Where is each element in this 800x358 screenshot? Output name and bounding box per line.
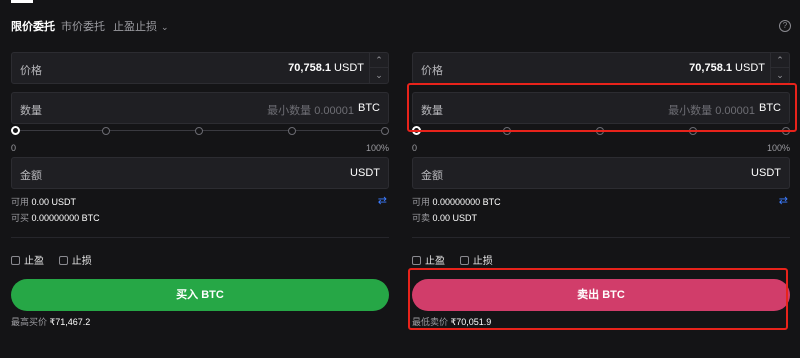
sell-stop-loss-checkbox[interactable]: 止损 xyxy=(459,252,493,267)
buy-price-value[interactable]: 70,758.1 xyxy=(288,62,331,74)
slider-min-label: 0 xyxy=(11,143,17,153)
sell-tpsl-options: 止盈 止损 xyxy=(412,252,505,267)
swap-icon[interactable]: ⇄ xyxy=(378,194,387,207)
slider-step-25[interactable] xyxy=(503,127,511,135)
buy-price-field[interactable]: 价格 70,758.1 USDT ⌃ ⌄ xyxy=(11,52,389,84)
buy-take-profit-checkbox[interactable]: 止盈 xyxy=(11,252,44,267)
buy-available-label: 可用 xyxy=(11,197,30,207)
buy-price-unit: USDT xyxy=(334,62,364,74)
buy-amount-field[interactable]: 金额 USDT xyxy=(11,157,389,189)
sell-price-unit: USDT xyxy=(735,62,765,74)
increment-icon[interactable]: ⌃ xyxy=(370,53,388,68)
checkbox-icon xyxy=(11,256,20,265)
sell-available: 可用 0.00000000 BTC xyxy=(412,195,501,208)
sell-take-profit-label: 止盈 xyxy=(425,256,445,267)
sell-amount-unit: USDT xyxy=(751,167,781,179)
checkbox-icon xyxy=(58,256,68,265)
sell-available-value: 0.00000000 BTC xyxy=(432,197,501,207)
buy-amount-unit: USDT xyxy=(350,167,380,179)
sell-stop-loss-label: 止损 xyxy=(472,256,493,267)
buy-available: 可用 0.00 USDT xyxy=(11,195,76,208)
buy-quantity-field[interactable]: 数量 最小数量 0.00001 BTC xyxy=(11,92,389,124)
buy-stop-loss-label: 止损 xyxy=(71,256,92,267)
slider-step-50[interactable] xyxy=(195,127,203,135)
slider-step-75[interactable] xyxy=(288,127,296,135)
sell-can-sell-label: 可卖 xyxy=(412,213,431,223)
sell-price-value[interactable]: 70,758.1 xyxy=(689,62,732,74)
buy-quantity-unit: BTC xyxy=(358,102,380,114)
buy-btc-button[interactable]: 买入 BTC xyxy=(11,279,389,311)
slider-max-label: 100% xyxy=(365,143,389,153)
buy-panel: 价格 70,758.1 USDT ⌃ ⌄ 数量 最小数量 0.00001 BTC… xyxy=(11,0,389,358)
sell-quantity-slider[interactable] xyxy=(412,126,790,136)
buy-best-price-label: 最高买价 xyxy=(11,317,48,327)
sell-price-label: 价格 xyxy=(421,65,443,77)
sell-best-price-value: ₹70,051.9 xyxy=(450,317,492,327)
buy-best-price-value: ₹71,467.2 xyxy=(49,317,91,327)
decrement-icon[interactable]: ⌄ xyxy=(771,68,789,83)
slider-step-100[interactable] xyxy=(782,127,790,135)
buy-quantity-placeholder: 最小数量 0.00001 xyxy=(267,105,354,117)
sell-amount-label: 金额 xyxy=(421,170,443,182)
buy-price-label: 价格 xyxy=(20,65,42,77)
slider-handle[interactable] xyxy=(412,126,421,135)
sell-btc-button[interactable]: 卖出 BTC xyxy=(412,279,790,311)
slider-step-75[interactable] xyxy=(689,127,697,135)
buy-available-value: 0.00 USDT xyxy=(31,197,77,207)
slider-step-100[interactable] xyxy=(381,127,389,135)
buy-amount-label: 金额 xyxy=(20,170,42,182)
sell-take-profit-checkbox[interactable]: 止盈 xyxy=(412,252,445,267)
swap-icon[interactable]: ⇄ xyxy=(779,194,788,207)
slider-min-label: 0 xyxy=(412,143,418,153)
decrement-icon[interactable]: ⌄ xyxy=(370,68,388,83)
sell-quantity-label: 数量 xyxy=(421,105,443,117)
sell-price-field[interactable]: 价格 70,758.1 USDT ⌃ ⌄ xyxy=(412,52,790,84)
buy-can-buy: 可买 0.00000000 BTC xyxy=(11,211,100,224)
buy-stop-loss-checkbox[interactable]: 止损 xyxy=(58,252,92,267)
buy-best-price: 最高买价 ₹71,467.2 xyxy=(11,315,90,328)
divider xyxy=(11,237,389,238)
checkbox-icon xyxy=(412,256,421,265)
checkbox-icon xyxy=(459,256,469,265)
sell-amount-field[interactable]: 金额 USDT xyxy=(412,157,790,189)
sell-available-label: 可用 xyxy=(412,197,431,207)
buy-take-profit-label: 止盈 xyxy=(24,256,44,267)
sell-can-sell: 可卖 0.00 USDT xyxy=(412,211,477,224)
divider xyxy=(412,237,790,238)
slider-handle[interactable] xyxy=(11,126,20,135)
buy-can-buy-value: 0.00000000 BTC xyxy=(31,213,100,223)
buy-tpsl-options: 止盈 止损 xyxy=(11,252,104,267)
slider-step-50[interactable] xyxy=(596,127,604,135)
sell-can-sell-value: 0.00 USDT xyxy=(432,213,478,223)
sell-quantity-placeholder: 最小数量 0.00001 xyxy=(668,105,755,117)
buy-can-buy-label: 可买 xyxy=(11,213,30,223)
sell-quantity-field[interactable]: 数量 最小数量 0.00001 BTC xyxy=(412,92,790,124)
sell-quantity-unit: BTC xyxy=(759,102,781,114)
increment-icon[interactable]: ⌃ xyxy=(771,53,789,68)
slider-step-25[interactable] xyxy=(102,127,110,135)
sell-price-stepper: ⌃ ⌄ xyxy=(770,53,789,83)
buy-price-stepper: ⌃ ⌄ xyxy=(369,53,388,83)
sell-panel: 价格 70,758.1 USDT ⌃ ⌄ 数量 最小数量 0.00001 BTC… xyxy=(412,0,790,358)
buy-quantity-label: 数量 xyxy=(20,105,42,117)
buy-quantity-slider[interactable] xyxy=(11,126,389,136)
sell-best-price-label: 最低卖价 xyxy=(412,317,449,327)
slider-max-label: 100% xyxy=(766,143,790,153)
sell-best-price: 最低卖价 ₹70,051.9 xyxy=(412,315,491,328)
